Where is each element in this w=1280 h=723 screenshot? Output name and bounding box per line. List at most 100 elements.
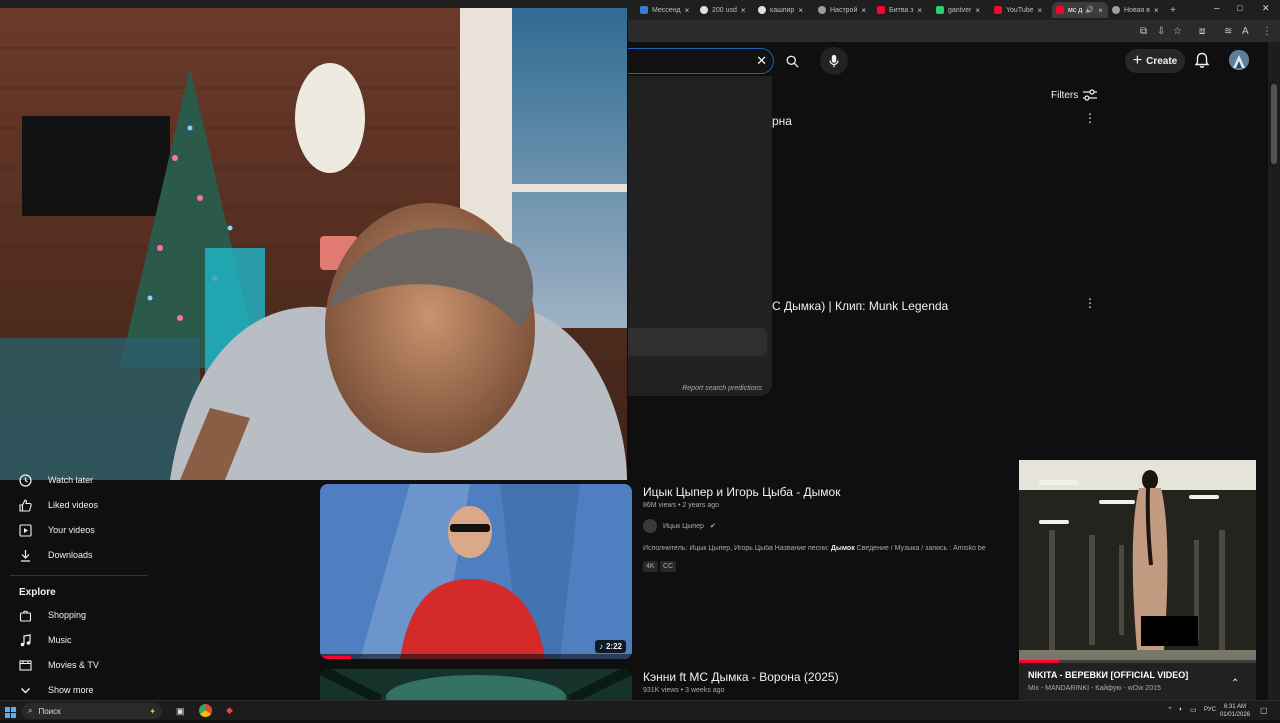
sidebar-item-music[interactable]: Music (19, 631, 72, 649)
miniplayer-video[interactable] (1019, 460, 1256, 661)
video-thumbnail[interactable]: ♪ 2:22 (320, 484, 632, 659)
channel-name[interactable]: Ицык Цыпер (663, 523, 704, 530)
sidebar-item-your-videos[interactable]: Your videos (19, 521, 95, 539)
windows-taskbar: ⌕ Поиск ✦ ▣ ◆ ⌃ ◐ ▭ РУС 6:31 AM 01/01/20… (0, 700, 1280, 720)
notification-center-icon[interactable]: ▢ (1260, 706, 1268, 715)
video-title[interactable]: Кэнни ft МС Дымка - Ворона (2025) (643, 670, 839, 684)
close-tab-icon[interactable]: × (685, 6, 690, 15)
channel-avatar[interactable] (643, 519, 657, 533)
notifications-button[interactable] (1194, 52, 1210, 74)
clear-search-icon[interactable]: ✕ (756, 53, 767, 69)
close-window-button[interactable]: ✕ (1262, 3, 1270, 14)
video-thumbnail[interactable] (320, 669, 632, 700)
copilot-sparkle-icon: ✦ (149, 706, 156, 716)
maximize-button[interactable]: □ (1237, 3, 1242, 13)
tab-gantver[interactable]: gantver × (936, 2, 990, 18)
thumbs-up-icon (19, 498, 32, 512)
network-icon[interactable]: ▭ (1190, 706, 1197, 714)
search-button[interactable] (775, 48, 809, 74)
verified-check-icon: ✔ (710, 523, 716, 530)
miniplayer-title[interactable]: NIKITA - ВЕРЕВКИ [OFFICIAL VIDEO] (1028, 670, 1188, 680)
suggestion-highlighted[interactable] (628, 328, 767, 356)
extensions-icon[interactable]: ⧈ (1199, 26, 1205, 37)
close-tab-icon[interactable]: × (1154, 6, 1159, 15)
tab-search-icon[interactable]: ≋ (1224, 26, 1232, 37)
tab-settings[interactable]: Настрой × (818, 2, 874, 18)
close-tab-icon[interactable]: × (861, 6, 866, 15)
install-icon[interactable]: ⇩ (1157, 26, 1165, 37)
sidebar-item-downloads[interactable]: Downloads (19, 546, 93, 564)
filters-label: Filters (1051, 89, 1079, 101)
sidebar-item-show-more[interactable]: Show more (19, 681, 94, 699)
taskbar-search-input[interactable]: ⌕ Поиск ✦ (22, 703, 162, 719)
miniplayer-progress[interactable] (1019, 660, 1256, 663)
voice-search-button[interactable] (820, 47, 848, 75)
miniplayer-video-image (1019, 460, 1256, 661)
sidebar-item-label: Downloads (48, 550, 93, 560)
report-search-predictions-link[interactable]: Report search predictions (682, 385, 762, 392)
profile-icon[interactable]: A (1242, 26, 1249, 37)
tab-messenger[interactable]: Мессенд × (640, 2, 696, 18)
tray-chevron-icon[interactable]: ⌃ (1167, 706, 1173, 714)
close-tab-icon[interactable]: × (1038, 6, 1043, 15)
result-title-partial[interactable]: С Дымка) | Клип: Munk Legenda (772, 299, 948, 313)
create-button[interactable]: + Create (1125, 49, 1185, 73)
sidebar-item-shopping[interactable]: Shopping (19, 606, 86, 624)
task-view-icon[interactable]: ▣ (176, 706, 185, 717)
tab-active-search[interactable]: мс д 🔊 × (1052, 2, 1108, 18)
tab-bitva[interactable]: Битва з × (877, 2, 933, 18)
tab-new[interactable]: Новая в × (1112, 2, 1168, 18)
open-in-tab-icon[interactable]: ⧉ (1140, 26, 1147, 37)
more-actions-icon[interactable]: ⋮ (1084, 297, 1096, 309)
language-indicator[interactable]: РУС (1204, 707, 1216, 713)
new-tab-button[interactable]: + (1170, 2, 1180, 18)
taskbar-clock[interactable]: 6:31 AM 01/01/2026 (1220, 703, 1250, 719)
sidebar-item-movies-tv[interactable]: Movies & TV (19, 656, 99, 674)
google-favicon-icon (700, 6, 708, 14)
tab-label: Новая в (1124, 6, 1150, 14)
close-tab-icon[interactable]: × (975, 6, 980, 15)
bookmark-star-icon[interactable]: ☆ (1173, 26, 1182, 37)
expand-miniplayer-icon[interactable]: ⌃ (1231, 678, 1239, 689)
download-icon (19, 549, 32, 562)
explore-heading: Explore (19, 587, 56, 598)
miniplayer-progress-fill (1019, 660, 1060, 663)
sidebar-item-liked-videos[interactable]: Liked videos (19, 496, 98, 514)
search-input[interactable]: ✕ (628, 48, 774, 74)
menu-kebab-icon[interactable]: ⋮ (1262, 26, 1272, 37)
tab-label: мс д (1068, 6, 1083, 14)
avatar[interactable] (1229, 50, 1249, 70)
view-count: 931K views (643, 687, 679, 694)
address-bar[interactable] (628, 20, 1280, 42)
tab-kashpir[interactable]: кашпир × (758, 2, 814, 18)
thumbnail-image (320, 669, 632, 700)
speaker-icon[interactable]: 🔊 (1085, 6, 1094, 14)
filters-button[interactable]: Filters (1051, 89, 1098, 101)
close-tab-icon[interactable]: × (1098, 6, 1103, 15)
more-actions-icon[interactable]: ⋮ (1084, 112, 1096, 124)
close-tab-icon[interactable]: × (917, 6, 922, 15)
page-scrollbar[interactable] (1268, 42, 1280, 700)
miniplayer-subtitle: Mix - MANDARINKI - Кайфую - wOw 2015 (1028, 685, 1161, 692)
result-title-partial[interactable]: рна (772, 114, 792, 128)
description-text: Сведение / Музыка / запись : Amisko be (854, 545, 986, 552)
chrome-taskbar-icon[interactable] (199, 704, 212, 717)
sidebar-item-watch-later[interactable]: Watch later (19, 471, 93, 489)
clock-date: 01/01/2026 (1219, 712, 1250, 718)
close-tab-icon[interactable]: × (798, 6, 803, 15)
video-title[interactable]: Ицык Цыпер и Игорь Цыба - Дымок (643, 485, 840, 499)
close-tab-icon[interactable]: × (741, 6, 746, 15)
play-square-icon (19, 523, 32, 537)
miniplayer[interactable]: NIKITA - ВЕРЕВКИ [OFFICIAL VIDEO] Mix - … (1019, 460, 1256, 700)
tray-app-icon[interactable]: ◐ (1179, 706, 1183, 713)
webcam-overlay (0, 8, 627, 480)
tab-youtube[interactable]: YouTube × (994, 2, 1048, 18)
minimize-button[interactable]: – (1214, 3, 1220, 14)
scrollbar-thumb[interactable] (1271, 84, 1277, 164)
app-taskbar-icon[interactable]: ◆ (226, 705, 233, 716)
video-meta: 86M views • 2 years ago (643, 502, 720, 509)
tab-200-usd[interactable]: 200 usd × (700, 2, 754, 18)
search-suggestions-dropdown: Report search predictions (628, 76, 772, 396)
badge-cc: CC (660, 561, 677, 572)
windows-start-icon[interactable] (5, 705, 16, 718)
